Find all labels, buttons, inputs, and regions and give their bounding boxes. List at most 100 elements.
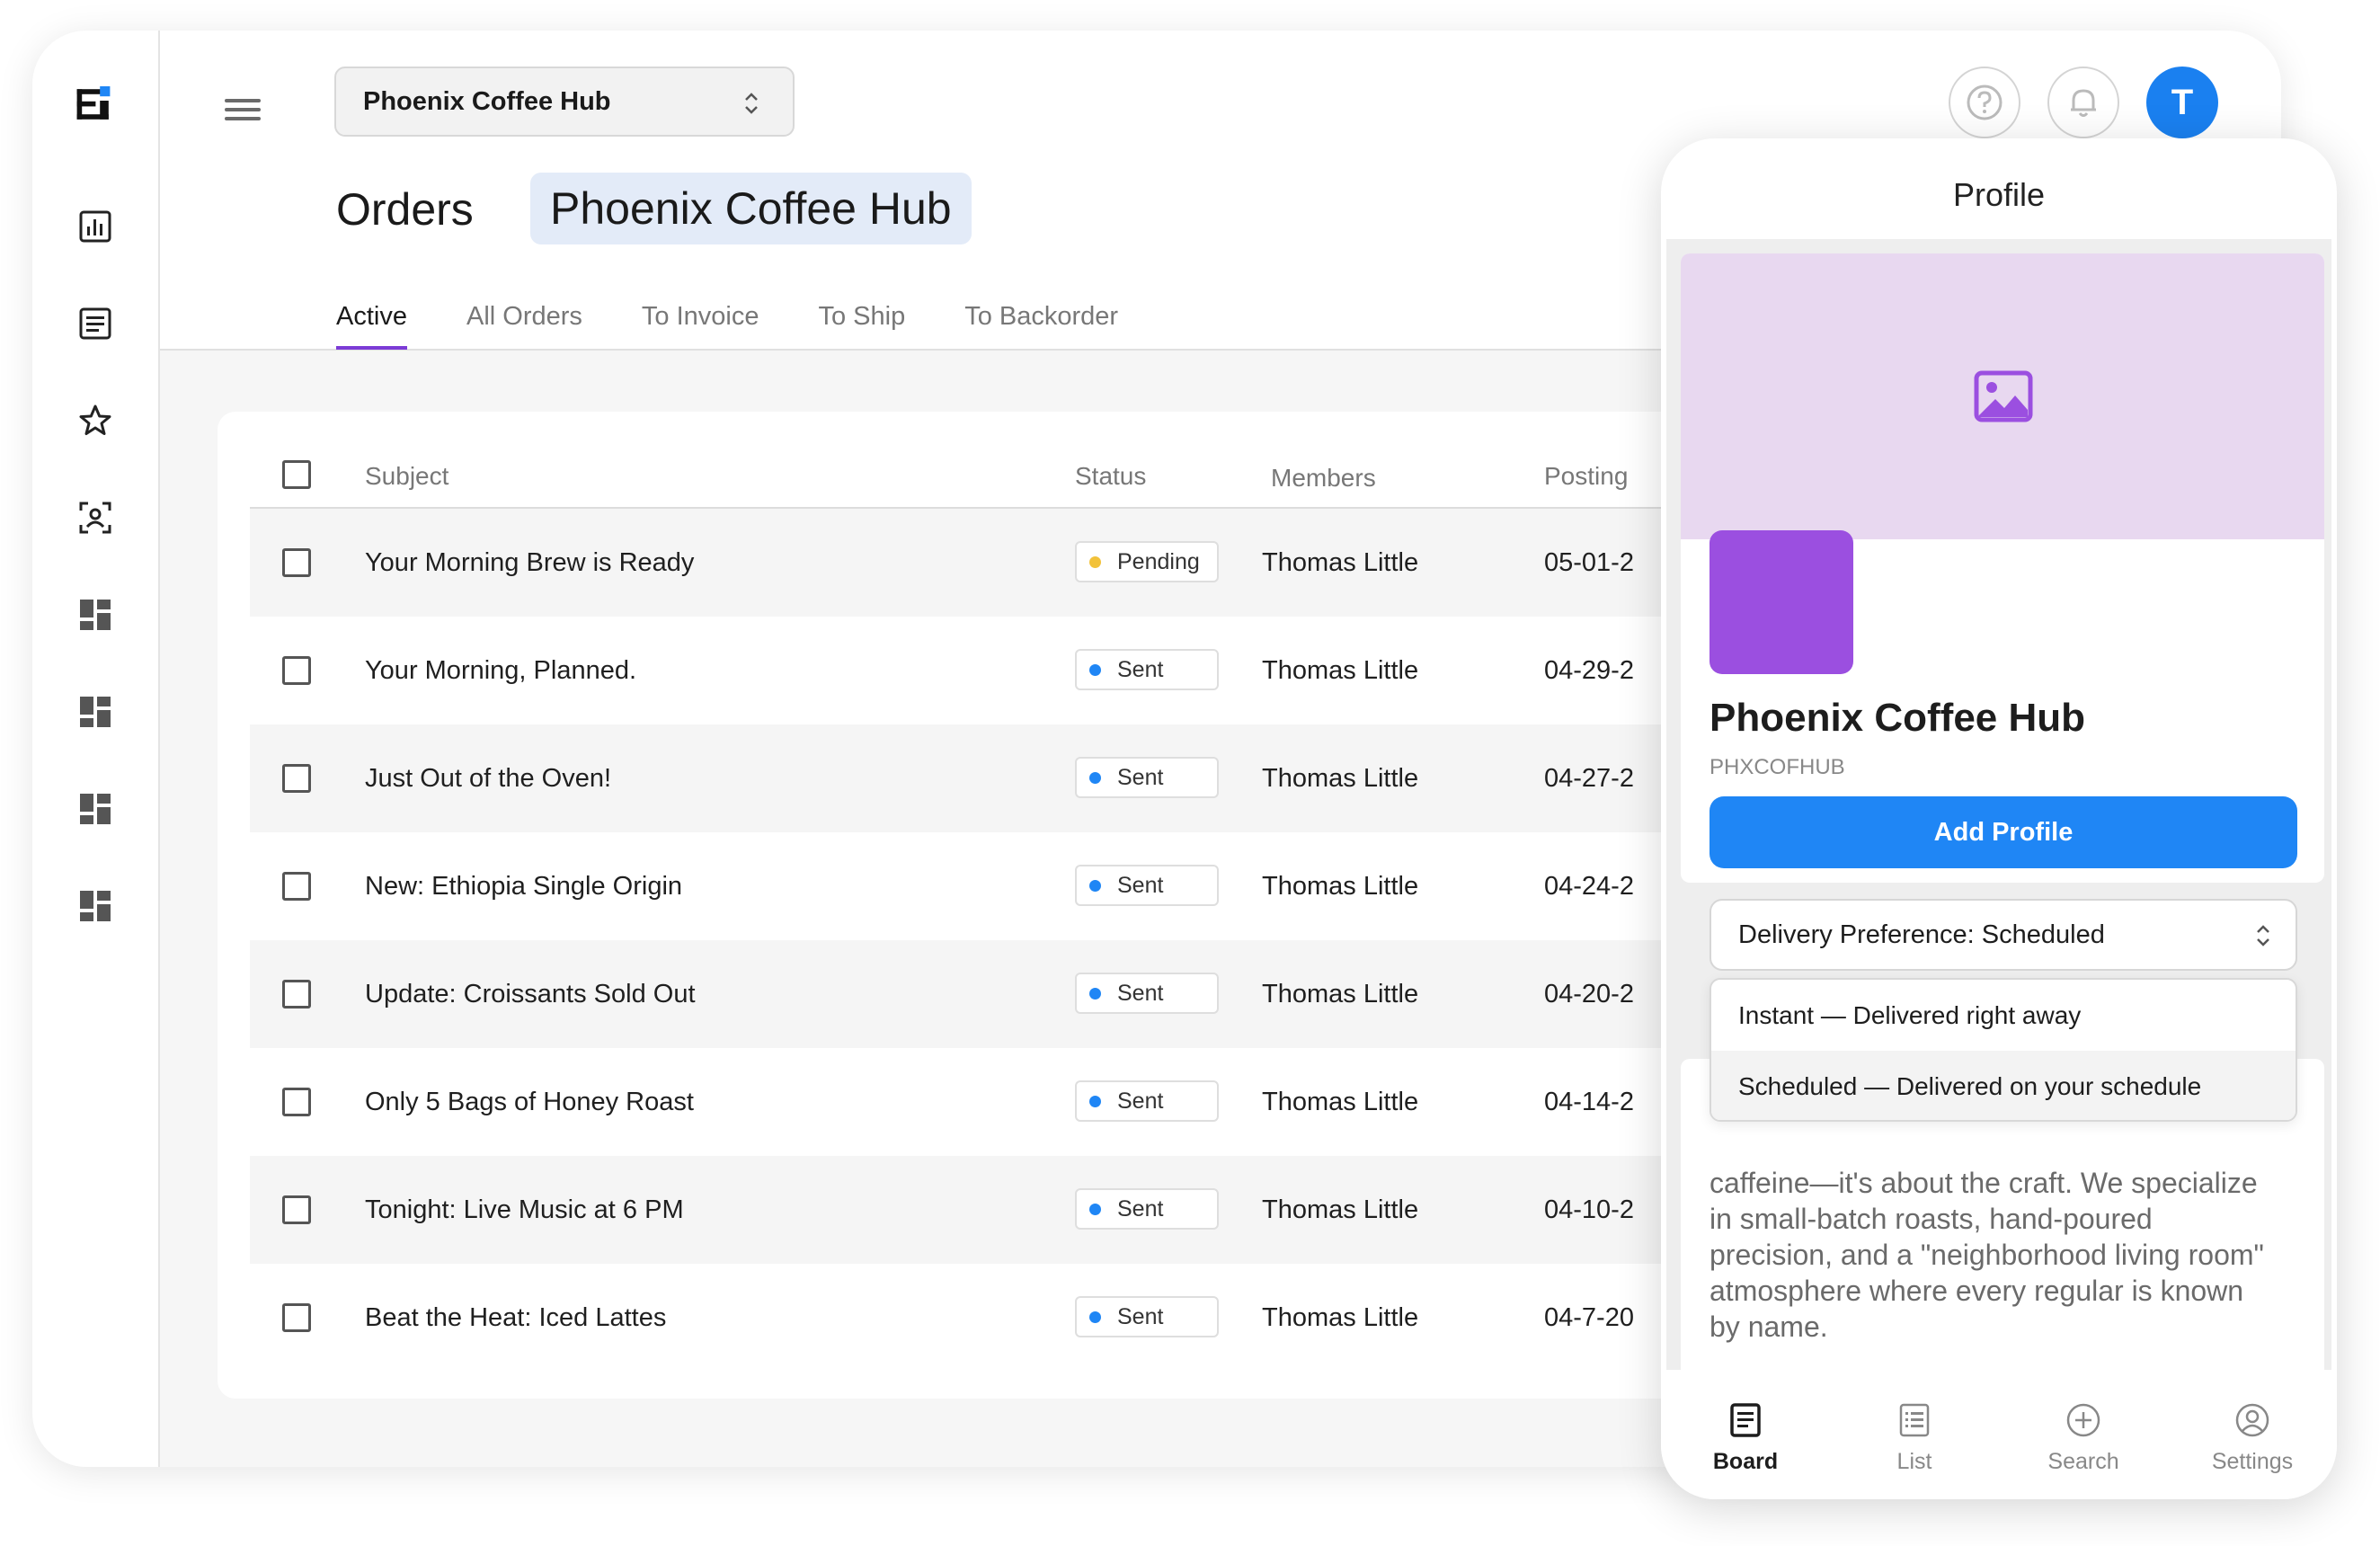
nav-settings-label: Settings [2211,1449,2294,1474]
status-badge: Sent [1075,1188,1219,1230]
select-all-checkbox[interactable] [282,460,311,489]
org-selector[interactable]: Phoenix Coffee Hub [334,67,795,137]
row-member: Thomas Little [1262,764,1419,793]
dashboard-icon[interactable] [74,884,117,928]
row-member: Thomas Little [1262,980,1419,1008]
org-selector-label: Phoenix Coffee Hub [363,86,611,116]
row-posting: 04-29-2 [1544,656,1634,685]
avatar[interactable]: T [2146,67,2218,138]
chart-icon[interactable] [74,205,117,248]
nav-list[interactable]: List [1830,1370,1999,1499]
dashboard-icon[interactable] [74,787,117,831]
row-subject: Beat the Heat: Iced Lattes [365,1303,667,1332]
row-subject: Update: Croissants Sold Out [365,980,696,1008]
row-checkbox[interactable] [282,1195,311,1224]
dashboard-icon[interactable] [74,690,117,733]
column-header-status[interactable]: Status [1075,462,1146,491]
row-posting: 04-7-20 [1544,1303,1634,1332]
column-header-posting[interactable]: Posting [1544,462,1628,491]
user-circle-icon [2235,1403,2269,1437]
help-button[interactable] [1949,67,2020,138]
row-posting: 04-10-2 [1544,1195,1634,1224]
row-posting: 04-20-2 [1544,980,1634,1008]
status-dot [1089,987,1101,1000]
nav-settings[interactable]: Settings [2168,1370,2337,1499]
header-actions: T [1949,67,2218,138]
help-icon [1967,84,2003,120]
row-subject: Tonight: Live Music at 6 PM [365,1195,684,1224]
row-checkbox[interactable] [282,980,311,1008]
list-icon [1899,1403,1930,1437]
image-placeholder-icon [1974,370,2033,422]
tab-all-orders[interactable]: All Orders [466,302,582,350]
document-icon[interactable] [74,302,117,345]
org-name: Phoenix Coffee Hub [1710,696,2086,740]
panel-title: Profile [1952,176,2046,213]
add-profile-button[interactable]: Add Profile [1710,796,2297,868]
status-badge: Sent [1075,1296,1219,1337]
org-code: PHXCOFHUB [1710,755,1845,779]
tab-to-invoice[interactable]: To Invoice [642,302,759,350]
row-member: Thomas Little [1262,548,1419,577]
tab-to-ship[interactable]: To Ship [818,302,905,350]
status-badge: Sent [1075,757,1219,798]
nav-search-label: Search [2047,1449,2119,1474]
chevron-updown-icon [745,93,758,114]
column-header-subject[interactable]: Subject [365,462,448,491]
row-posting: 04-27-2 [1544,764,1634,793]
tab-to-backorder[interactable]: To Backorder [964,302,1118,350]
star-icon[interactable] [74,399,117,442]
status-badge: Pending [1075,541,1219,582]
tab-active[interactable]: Active [336,302,407,350]
row-subject: New: Ethiopia Single Origin [365,872,683,901]
contacts-icon[interactable] [74,496,117,539]
delivery-preference-select[interactable]: Delivery Preference: Scheduled [1710,899,2297,971]
status-dot [1089,771,1101,784]
dashboard-icon[interactable] [74,593,117,636]
notifications-button[interactable] [2047,67,2119,138]
status-badge: Sent [1075,973,1219,1014]
cover-image[interactable] [1681,253,2324,539]
status-badge: Sent [1075,1080,1219,1122]
row-checkbox[interactable] [282,1303,311,1332]
option-instant[interactable]: Instant — Delivered right away [1711,980,2296,1051]
menu-icon[interactable] [225,93,261,129]
row-member: Thomas Little [1262,1088,1419,1116]
nav-list-label: List [1896,1449,1932,1474]
status-badge: Sent [1075,865,1219,906]
row-posting: 04-14-2 [1544,1088,1634,1116]
row-checkbox[interactable] [282,656,311,685]
column-header-members[interactable]: Members [1271,464,1376,493]
status-badge: Sent [1075,649,1219,690]
nav-board-label: Board [1712,1449,1779,1474]
status-dot [1089,879,1101,892]
row-checkbox[interactable] [282,872,311,901]
plus-circle-icon [2066,1403,2100,1437]
nav-search[interactable]: Search [1999,1370,2168,1499]
row-checkbox[interactable] [282,764,311,793]
status-text: Sent [1117,980,1164,1006]
bottom-nav: Board List Search Settings [1661,1370,2337,1499]
nav-board[interactable]: Board [1661,1370,1830,1499]
row-checkbox[interactable] [282,1088,311,1116]
option-scheduled[interactable]: Scheduled — Delivered on your schedule [1711,1051,2296,1120]
row-checkbox[interactable] [282,548,311,577]
org-description: caffeine—it's about the craft. We specia… [1710,1167,2264,1343]
status-text: Pending [1117,548,1200,574]
row-subject: Your Morning, Planned. [365,656,637,685]
delivery-preference-value: Delivery Preference: Scheduled [1738,920,2105,949]
title-pill: Phoenix Coffee Hub [530,173,972,244]
row-member: Thomas Little [1262,656,1419,685]
status-dot [1089,663,1101,676]
panel-body: Phoenix Coffee Hub PHXCOFHUB Add Profile… [1666,239,2331,1386]
row-member: Thomas Little [1262,872,1419,901]
bell-icon [2071,89,2096,117]
status-text: Sent [1117,764,1164,790]
delivery-preference-menu: Instant — Delivered right away Scheduled… [1710,978,2297,1122]
status-dot [1089,555,1101,568]
page-title: Orders [336,184,474,235]
app-logo-icon[interactable] [72,83,115,126]
org-logo[interactable] [1710,530,1853,674]
row-subject: Your Morning Brew is Ready [365,548,695,577]
tab-bar: Active All Orders To Invoice To Ship To … [336,302,1177,350]
